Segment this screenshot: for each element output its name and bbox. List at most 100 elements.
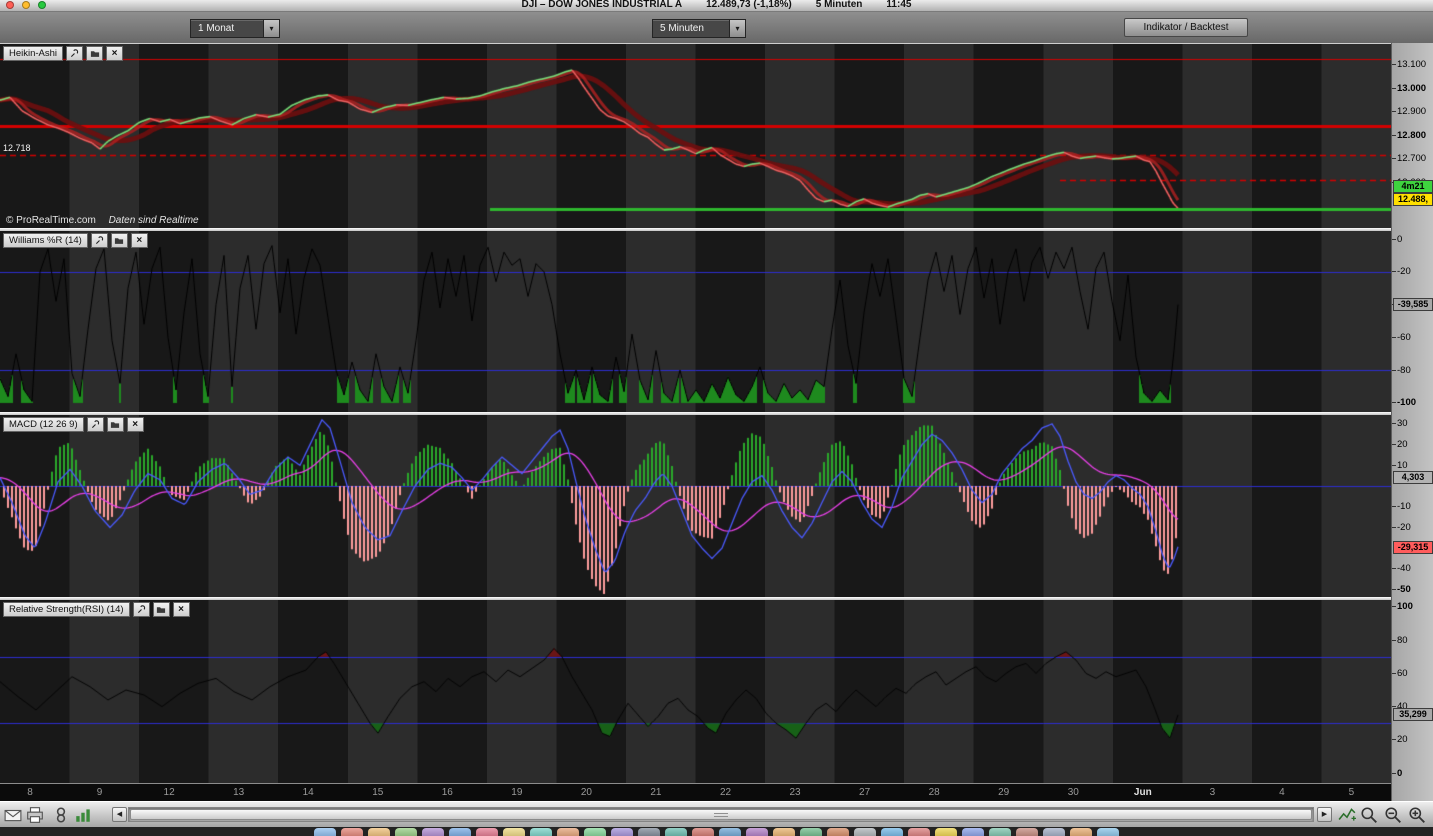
dock-icon[interactable] <box>503 828 525 836</box>
dock-icon[interactable] <box>719 828 741 836</box>
indicator-label: Williams %R (14) <box>3 233 88 248</box>
scrollbar-thumb[interactable] <box>130 809 1312 820</box>
dock-icon[interactable] <box>638 828 660 836</box>
dock-icon[interactable] <box>1043 828 1065 836</box>
indicator-backtest-button[interactable]: Indikator / Backtest <box>1124 18 1248 37</box>
export-chart-icon[interactable] <box>74 806 92 824</box>
timeframe-dropdown[interactable]: 5 Minuten ▾ <box>652 19 746 38</box>
axis-tick: 12.700 <box>1391 153 1427 165</box>
title-symbol: DJI – DOW JONES INDUSTRIAL A <box>521 0 683 10</box>
indicator-label: MACD (12 26 9) <box>3 417 84 432</box>
macd-chart-canvas[interactable] <box>0 415 1391 597</box>
wrench-icon[interactable] <box>90 233 108 248</box>
folder-icon[interactable] <box>152 602 170 617</box>
scroll-right-button[interactable]: ▶ <box>1317 807 1332 822</box>
copyright-text: © ProRealTime.com <box>6 215 96 226</box>
wrench-icon[interactable] <box>132 602 150 617</box>
dock-icon[interactable] <box>962 828 984 836</box>
print-icon[interactable] <box>26 806 44 824</box>
close-icon[interactable]: × <box>172 602 190 617</box>
dock-icon[interactable] <box>584 828 606 836</box>
dock-icon[interactable] <box>449 828 471 836</box>
axis-tick: 30 <box>1392 418 1408 430</box>
axis-tick: 20 <box>1392 734 1408 746</box>
dock-icon[interactable] <box>1016 828 1038 836</box>
dock-icon[interactable] <box>422 828 444 836</box>
timeframe-dropdown-value: 5 Minuten <box>660 23 704 34</box>
dock-icon[interactable] <box>476 828 498 836</box>
zoom-out-icon[interactable] <box>1384 806 1402 824</box>
dock-icon[interactable] <box>854 828 876 836</box>
dock-icon[interactable] <box>827 828 849 836</box>
bottom-toolbar: ◀ ▶ <box>0 801 1433 827</box>
search-icon[interactable] <box>1360 806 1378 824</box>
period-dropdown[interactable]: 1 Monat ▾ <box>190 19 280 38</box>
time-axis-label: 8 <box>27 787 33 798</box>
time-axis-label: 28 <box>928 787 940 798</box>
folder-icon[interactable] <box>106 417 124 432</box>
close-icon[interactable]: × <box>126 417 144 432</box>
dock-icon[interactable] <box>341 828 363 836</box>
email-icon[interactable] <box>4 806 22 824</box>
time-axis-label: 14 <box>302 787 314 798</box>
axis-tick: -50 <box>1392 584 1411 596</box>
main-toolbar: 1 Monat ▾ 5 Minuten ▾ Indikator / Backte… <box>0 12 1433 44</box>
wrench-icon[interactable] <box>86 417 104 432</box>
dock-icon[interactable] <box>314 828 336 836</box>
dock-icon[interactable] <box>881 828 903 836</box>
dock-icon[interactable] <box>800 828 822 836</box>
dock-icon[interactable] <box>692 828 714 836</box>
axis-tick: 0 <box>1391 233 1403 245</box>
close-icon[interactable]: × <box>106 46 124 61</box>
axis-tick: 12.800 <box>1391 129 1427 141</box>
chevron-down-icon[interactable]: ▾ <box>729 20 745 37</box>
dock-icon[interactable] <box>989 828 1011 836</box>
dock-icon[interactable] <box>746 828 768 836</box>
panel-separator <box>0 412 1391 415</box>
zoom-in-icon[interactable] <box>1408 806 1426 824</box>
axis-tick: -40 <box>1392 563 1411 575</box>
value-axis-gutter[interactable]: 13.10013.00012.90012.80012.70012.6004m21… <box>1391 43 1433 801</box>
dock-icon[interactable] <box>530 828 552 836</box>
time-axis-label: 5 <box>1348 787 1355 798</box>
folder-icon[interactable] <box>110 233 128 248</box>
watermark: © ProRealTime.com Daten sind Realtime <box>6 215 199 226</box>
axis-tick: -60 <box>1392 331 1411 343</box>
price-chart-canvas[interactable] <box>0 44 1391 228</box>
dock-icon[interactable] <box>611 828 633 836</box>
window-title: DJI – DOW JONES INDUSTRIAL A 12.489,73 (… <box>0 0 1433 11</box>
dock-icon[interactable] <box>395 828 417 836</box>
time-axis-label: 4 <box>1279 787 1285 798</box>
close-icon[interactable]: × <box>130 233 148 248</box>
value-badge: 35,299 <box>1393 708 1433 722</box>
link-icon[interactable] <box>52 806 70 824</box>
wrench-icon[interactable] <box>66 46 84 61</box>
horizontal-scrollbar[interactable] <box>128 807 1314 822</box>
title-quote: 12.489,73 (-1,18%) <box>706 0 792 10</box>
title-timeframe: 5 Minuten <box>815 0 863 10</box>
panel-separator <box>0 228 1391 231</box>
dock-icon[interactable] <box>368 828 390 836</box>
chevron-down-icon[interactable]: ▾ <box>263 20 279 37</box>
dock-icon[interactable] <box>935 828 957 836</box>
indicator-label: Relative Strength(RSI) (14) <box>3 602 130 617</box>
chart-settings-icon[interactable] <box>1338 806 1356 824</box>
dock-icon[interactable] <box>1070 828 1092 836</box>
time-axis-label: 22 <box>719 787 732 798</box>
axis-tick: 0 <box>1391 767 1403 779</box>
dock-icon[interactable] <box>665 828 687 836</box>
time-axis-label: 23 <box>789 787 801 798</box>
rsi-chart-canvas[interactable] <box>0 600 1391 783</box>
dock-icon[interactable] <box>773 828 795 836</box>
price-level-label: 12.718 <box>3 143 31 153</box>
dock-icon[interactable] <box>557 828 579 836</box>
folder-icon[interactable] <box>86 46 104 61</box>
axis-tick: 13.100 <box>1391 59 1427 71</box>
axis-tick: 13.000 <box>1391 82 1427 94</box>
axis-tick: 100 <box>1392 601 1413 613</box>
scroll-left-button[interactable]: ◀ <box>112 807 127 822</box>
dock-icon[interactable] <box>908 828 930 836</box>
time-axis-label: Jun <box>1133 787 1152 798</box>
williams-chart-canvas[interactable] <box>0 231 1391 412</box>
dock-icon[interactable] <box>1097 828 1119 836</box>
